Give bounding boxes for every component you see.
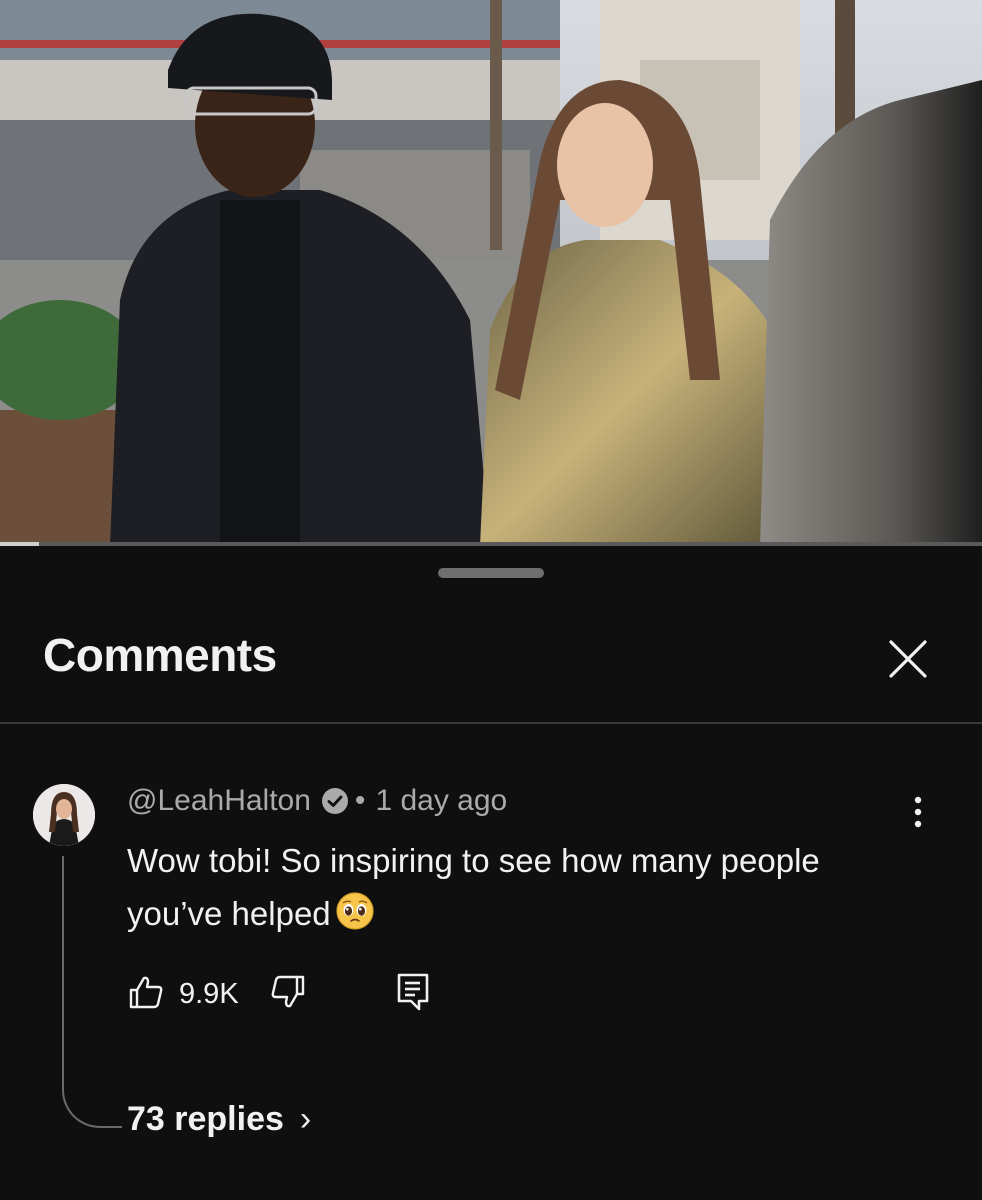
drag-handle[interactable] bbox=[438, 568, 544, 578]
comment-author[interactable]: @LeahHalton bbox=[127, 784, 311, 818]
comment-timestamp[interactable]: 1 day ago bbox=[375, 784, 507, 818]
thread-connector-line bbox=[62, 856, 122, 1128]
like-count: 9.9K bbox=[179, 977, 239, 1010]
close-icon[interactable] bbox=[880, 631, 936, 687]
video-player[interactable] bbox=[0, 0, 982, 546]
thumb-down-icon[interactable] bbox=[269, 973, 307, 1016]
sheet-title: Comments bbox=[43, 629, 277, 681]
meta-separator: • bbox=[354, 784, 366, 817]
more-vert-icon[interactable] bbox=[900, 794, 936, 834]
comment-actions: 9.9K bbox=[127, 972, 431, 1016]
avatar[interactable] bbox=[33, 784, 95, 846]
comments-sheet: Comments @LeahHalton • 1 day ago Wow tob… bbox=[0, 546, 982, 1200]
thumb-up-icon[interactable] bbox=[127, 973, 165, 1016]
pleading-face-icon bbox=[335, 891, 375, 931]
verified-badge-icon bbox=[321, 787, 349, 815]
comment-meta: @LeahHalton • 1 day ago bbox=[127, 784, 507, 818]
reply-comment-icon[interactable] bbox=[395, 971, 431, 1018]
video-frame-image bbox=[0, 0, 982, 546]
view-replies-button[interactable]: 73 replies › bbox=[127, 1100, 311, 1139]
header-divider bbox=[0, 722, 982, 724]
comment-text: Wow tobi! So inspiring to see how many p… bbox=[127, 842, 820, 932]
replies-count-label: 73 replies bbox=[127, 1100, 284, 1138]
avatar-image bbox=[33, 784, 95, 846]
comment-body: Wow tobi! So inspiring to see how many p… bbox=[127, 834, 867, 940]
chevron-right-icon: › bbox=[299, 1100, 312, 1138]
